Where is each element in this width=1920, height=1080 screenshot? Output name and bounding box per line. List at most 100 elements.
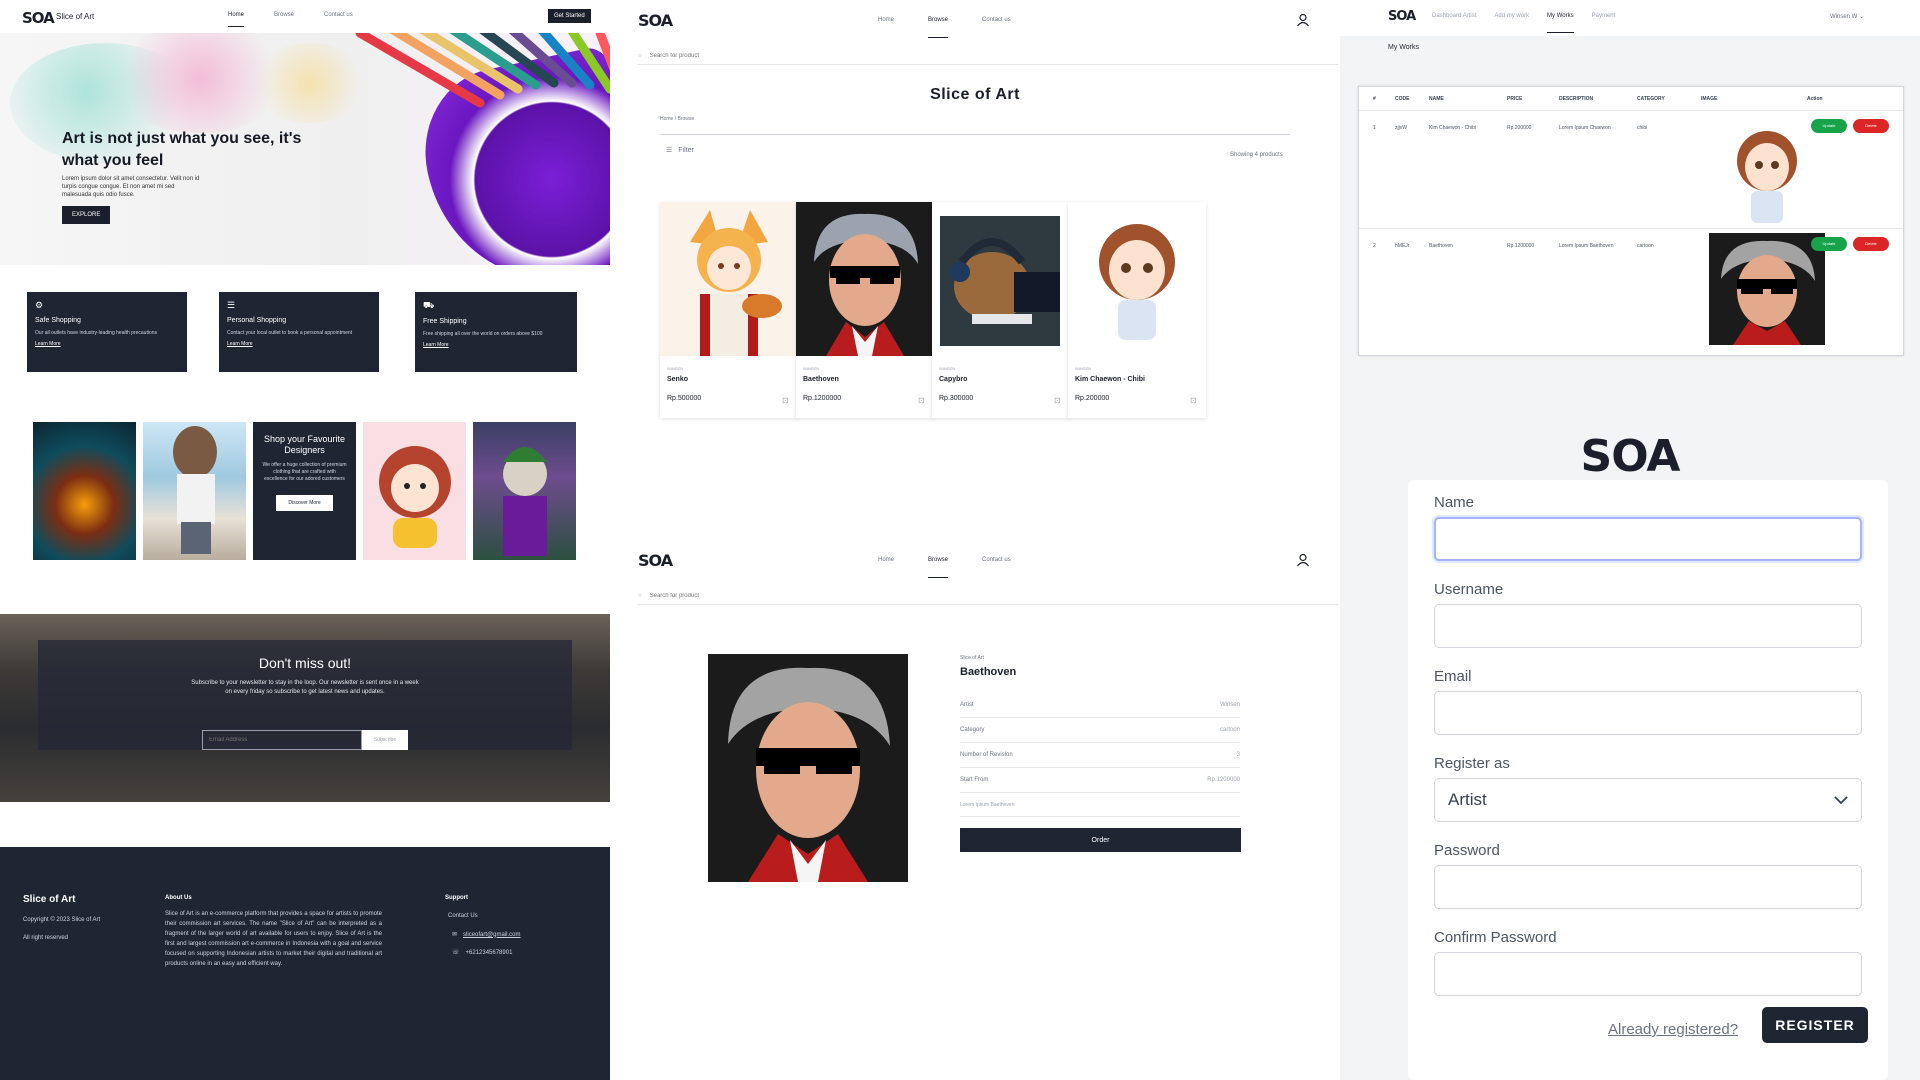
nav-my-works[interactable]: My Works [1547,13,1574,33]
delete-button[interactable]: Delete [1853,119,1889,133]
product-count: Showing 4 products [1230,152,1283,158]
hero-headline: Art is not just what you see, it's what … [62,130,302,169]
product-card[interactable]: WINSEN Kim Chaewon - Chibi Rp.200000 ⊡ [1068,202,1206,418]
email-link[interactable]: sliceofart@gmail.com [463,932,520,938]
confirm-password-input[interactable] [1434,952,1862,996]
product-card[interactable]: WINSEN Capybro Rp.300000 ⊡ [932,202,1070,418]
row-code: zjjvW [1395,125,1407,131]
register-as-field: Register as Artist [1434,755,1862,822]
newsletter-title: Don't miss out! [258,655,352,671]
footer-brand: Slice of Art [23,894,76,905]
username-input[interactable] [1434,604,1862,648]
register-as-label: Register as [1434,755,1510,772]
hero-text: Lorem ipsum dolor sit amet consectetur. … [62,176,200,198]
product-price: Rp.300000 [939,395,974,402]
selected-role: Artist [1448,790,1487,809]
user-icon[interactable] [1296,553,1310,567]
bag-icon[interactable]: ⊡ [918,396,925,405]
logo[interactable]: SOA [1581,431,1681,482]
row-price: Rp.1200000 [1507,243,1535,249]
bag-icon[interactable]: ⊡ [1190,396,1197,405]
newsletter-email-input[interactable] [202,730,362,750]
product-card[interactable]: WINSEN Baethoven Rp.1200000 ⊡ [796,202,934,418]
nav-browse[interactable]: Browse [928,557,949,578]
feature-title: Free Shipping [423,318,467,325]
password-label: Password [1434,842,1500,859]
delete-button[interactable]: Delete [1853,237,1889,251]
learn-more-link[interactable]: Learn More [35,341,179,347]
discover-more-button[interactable]: Discover More [276,495,333,511]
order-button[interactable]: Order [960,828,1241,852]
logo[interactable]: SOA [638,551,673,570]
chevron-down-icon: ⌄ [1859,14,1865,20]
row-name: Kim Chaewon - Chibi [1429,125,1476,131]
product-name: Senko [667,376,689,383]
nav-browse[interactable]: Browse [928,17,949,38]
bag-icon[interactable]: ⊡ [782,396,789,405]
register-button[interactable]: REGISTER [1762,1007,1868,1043]
email-input[interactable] [1434,691,1862,735]
explore-button[interactable]: EXPLORE [62,206,111,224]
col-image: IMAGE [1701,95,1718,102]
nav-dashboard-artist[interactable]: Dashboard Artist [1432,13,1476,33]
product-detail-screenshot: SOA Home Browse Contact us ○ Slice of Ar… [610,540,1340,1080]
name-input[interactable] [1434,517,1862,561]
hero-banner: Art is not just what you see, it's what … [0,33,610,265]
nav-links: Home Browse Contact us [228,12,353,27]
nav-links: Dashboard Artist Add my work My Works Pa… [1432,13,1615,33]
promo-card: Shop your Favourite Designers We offer a… [253,422,356,560]
feature-desc: Contact your local outlet to book a pers… [227,330,353,336]
search-input[interactable] [649,592,950,599]
nav-home[interactable]: Home [228,12,245,27]
nav-add-my-work[interactable]: Add my work [1494,13,1529,33]
get-started-button[interactable]: Get Started [548,9,591,23]
support-email[interactable]: ✉ sliceofart@gmail.com [452,931,520,939]
info-row: Category cartoon [960,718,1240,743]
nav-contact[interactable]: Contact us [982,557,1011,578]
info-value: Winsen [1219,702,1240,708]
logo[interactable]: SOA [638,11,673,30]
row-number: 1 [1373,125,1376,131]
search-input[interactable] [649,52,950,59]
nav-payment[interactable]: Payment [1592,13,1616,33]
filter-button[interactable]: ☰ Filter [666,146,694,155]
register-as-select[interactable]: Artist [1434,778,1862,822]
learn-more-link[interactable]: Learn More [423,342,569,348]
breadcrumb[interactable]: Home / Browse [660,116,694,122]
product-card[interactable]: WINSEN Senko Rp.500000 ⊡ [660,202,798,418]
name-field: Name [1434,494,1862,561]
logo[interactable]: SOA [22,9,55,27]
nav-contact[interactable]: Contact us [982,17,1011,38]
confirm-password-label: Confirm Password [1434,929,1557,946]
logo[interactable]: SOA [1388,9,1416,24]
col-price: PRICE [1507,95,1523,102]
user-menu[interactable]: Winsen W ⌄ [1830,13,1864,20]
nav-contact[interactable]: Contact us [324,12,353,27]
feature-title: Safe Shopping [35,317,81,324]
row-description: Lorem Ipsum Chaewon [1559,125,1611,131]
learn-more-link[interactable]: Learn More [227,341,371,347]
subscribe-button[interactable]: Subscribe [362,730,408,750]
product-artist: WINSEN [667,366,683,371]
shop-name: Slice of Art [960,655,984,661]
product-image-capybro [932,202,1070,356]
row-image-chibi [1709,115,1825,227]
nav-home[interactable]: Home [878,557,894,578]
bag-icon[interactable]: ⊡ [1054,396,1061,405]
table-header: # CODE NAME PRICE DESCRIPTION CATEGORY I… [1359,87,1903,111]
user-icon[interactable] [1296,13,1310,27]
contact-us-link[interactable]: Contact Us [448,913,478,919]
already-registered-link[interactable]: Already registered? [1608,1021,1738,1038]
password-input[interactable] [1434,865,1862,909]
mail-icon: ✉ [452,932,458,938]
update-button[interactable]: Update [1811,237,1847,251]
product-artist: WINSEN [1075,366,1091,371]
colored-pencils-image [355,33,610,108]
product-image-senko [660,202,798,356]
row-price: Rp.200000 [1507,125,1532,131]
update-button[interactable]: Update [1811,119,1847,133]
rights-text: All right reserved [23,935,69,941]
nav-home[interactable]: Home [878,17,894,38]
landing-page-screenshot: SOA Slice of Art Home Browse Contact us … [0,0,610,1080]
nav-browse[interactable]: Browse [274,12,294,27]
